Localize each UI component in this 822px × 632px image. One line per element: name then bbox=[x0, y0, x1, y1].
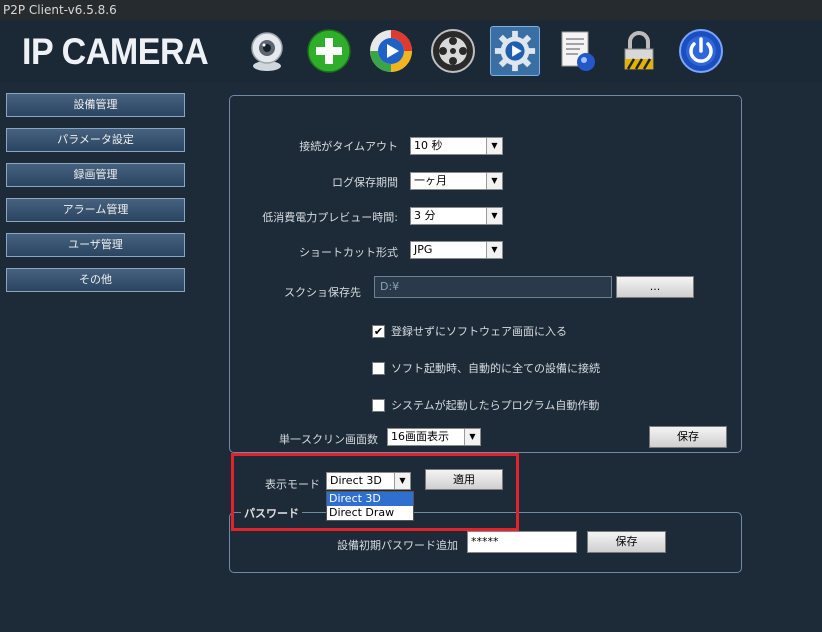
low-power-preview-label: 低消費電力プレビュー時間: bbox=[262, 211, 398, 224]
sidebar-item-device-management[interactable]: 設備管理 bbox=[6, 93, 185, 117]
chevron-down-icon[interactable]: ▼ bbox=[486, 242, 502, 258]
highlight-box bbox=[231, 453, 519, 531]
chevron-down-icon[interactable]: ▼ bbox=[486, 138, 502, 154]
timeout-value: 10 秒 bbox=[414, 139, 443, 152]
single-screen-label: 単一スクリン画面数 bbox=[279, 433, 378, 446]
auto-start-label: システムが起動したらプログラム自動作動 bbox=[391, 399, 600, 412]
low-power-preview-value: 3 分 bbox=[414, 209, 436, 222]
default-password-label: 設備初期パスワード追加 bbox=[337, 539, 458, 552]
sidebar-item-alarm-management[interactable]: アラーム管理 bbox=[6, 198, 185, 222]
lock-icon[interactable] bbox=[614, 26, 664, 76]
log-period-select[interactable]: 一ヶ月 ▼ bbox=[410, 172, 503, 190]
settings-save-button[interactable]: 保存 bbox=[649, 426, 727, 448]
password-save-button[interactable]: 保存 bbox=[587, 531, 666, 553]
sidebar-item-other[interactable]: その他 bbox=[6, 268, 185, 292]
enter-without-login-label: 登録せずにソフトウェア画面に入る bbox=[391, 325, 567, 338]
app-logo: IP CAMERA bbox=[22, 31, 209, 72]
play-icon[interactable] bbox=[366, 26, 416, 76]
shortcut-format-select[interactable]: JPG ▼ bbox=[410, 241, 503, 259]
screenshot-path-input[interactable]: D:¥ bbox=[374, 276, 612, 298]
auto-start-checkbox[interactable] bbox=[372, 398, 385, 412]
chevron-down-icon[interactable]: ▼ bbox=[486, 173, 502, 189]
chevron-down-icon[interactable]: ▼ bbox=[486, 208, 502, 224]
timeout-label: 接続がタイムアウト bbox=[299, 140, 398, 153]
check-row-auto-start[interactable]: システムが起動したらプログラム自動作動 bbox=[372, 397, 599, 413]
sidebar-item-parameter-settings[interactable]: パラメータ設定 bbox=[6, 128, 185, 152]
enter-without-login-checkbox[interactable]: ✔ bbox=[372, 324, 385, 338]
browse-button[interactable]: ... bbox=[616, 276, 694, 298]
power-icon[interactable] bbox=[676, 26, 726, 76]
auto-connect-label: ソフト起動時、自動的に全ての設備に接続 bbox=[391, 362, 600, 375]
window-title: P2P Client-v6.5.8.6 bbox=[0, 0, 822, 20]
low-power-preview-select[interactable]: 3 分 ▼ bbox=[410, 207, 503, 225]
log-icon[interactable] bbox=[552, 26, 602, 76]
chevron-down-icon[interactable]: ▼ bbox=[464, 429, 480, 445]
camera-icon[interactable] bbox=[242, 26, 292, 76]
reel-icon[interactable] bbox=[428, 26, 478, 76]
default-password-input[interactable]: ***** bbox=[467, 531, 577, 553]
add-icon[interactable] bbox=[304, 26, 354, 76]
shortcut-format-value: JPG bbox=[414, 243, 433, 256]
sidebar-item-recording-management[interactable]: 録画管理 bbox=[6, 163, 185, 187]
timeout-select[interactable]: 10 秒 ▼ bbox=[410, 137, 503, 155]
auto-connect-checkbox[interactable] bbox=[372, 361, 385, 375]
settings-icon[interactable] bbox=[490, 26, 540, 76]
check-row-auto-connect[interactable]: ソフト起動時、自動的に全ての設備に接続 bbox=[372, 360, 600, 376]
log-period-label: ログ保存期間 bbox=[332, 176, 398, 189]
header-toolbar: IP CAMERA bbox=[0, 20, 822, 83]
check-row-enter-without-login[interactable]: ✔ 登録せずにソフトウェア画面に入る bbox=[372, 323, 567, 339]
screenshot-path-label: スクショ保存先 bbox=[284, 286, 361, 299]
sidebar-item-user-management[interactable]: ユーザ管理 bbox=[6, 233, 185, 257]
shortcut-format-label: ショートカット形式 bbox=[299, 246, 398, 259]
log-period-value: 一ヶ月 bbox=[414, 174, 447, 187]
single-screen-select[interactable]: 16画面表示 ▼ bbox=[387, 428, 481, 446]
single-screen-value: 16画面表示 bbox=[391, 430, 449, 443]
